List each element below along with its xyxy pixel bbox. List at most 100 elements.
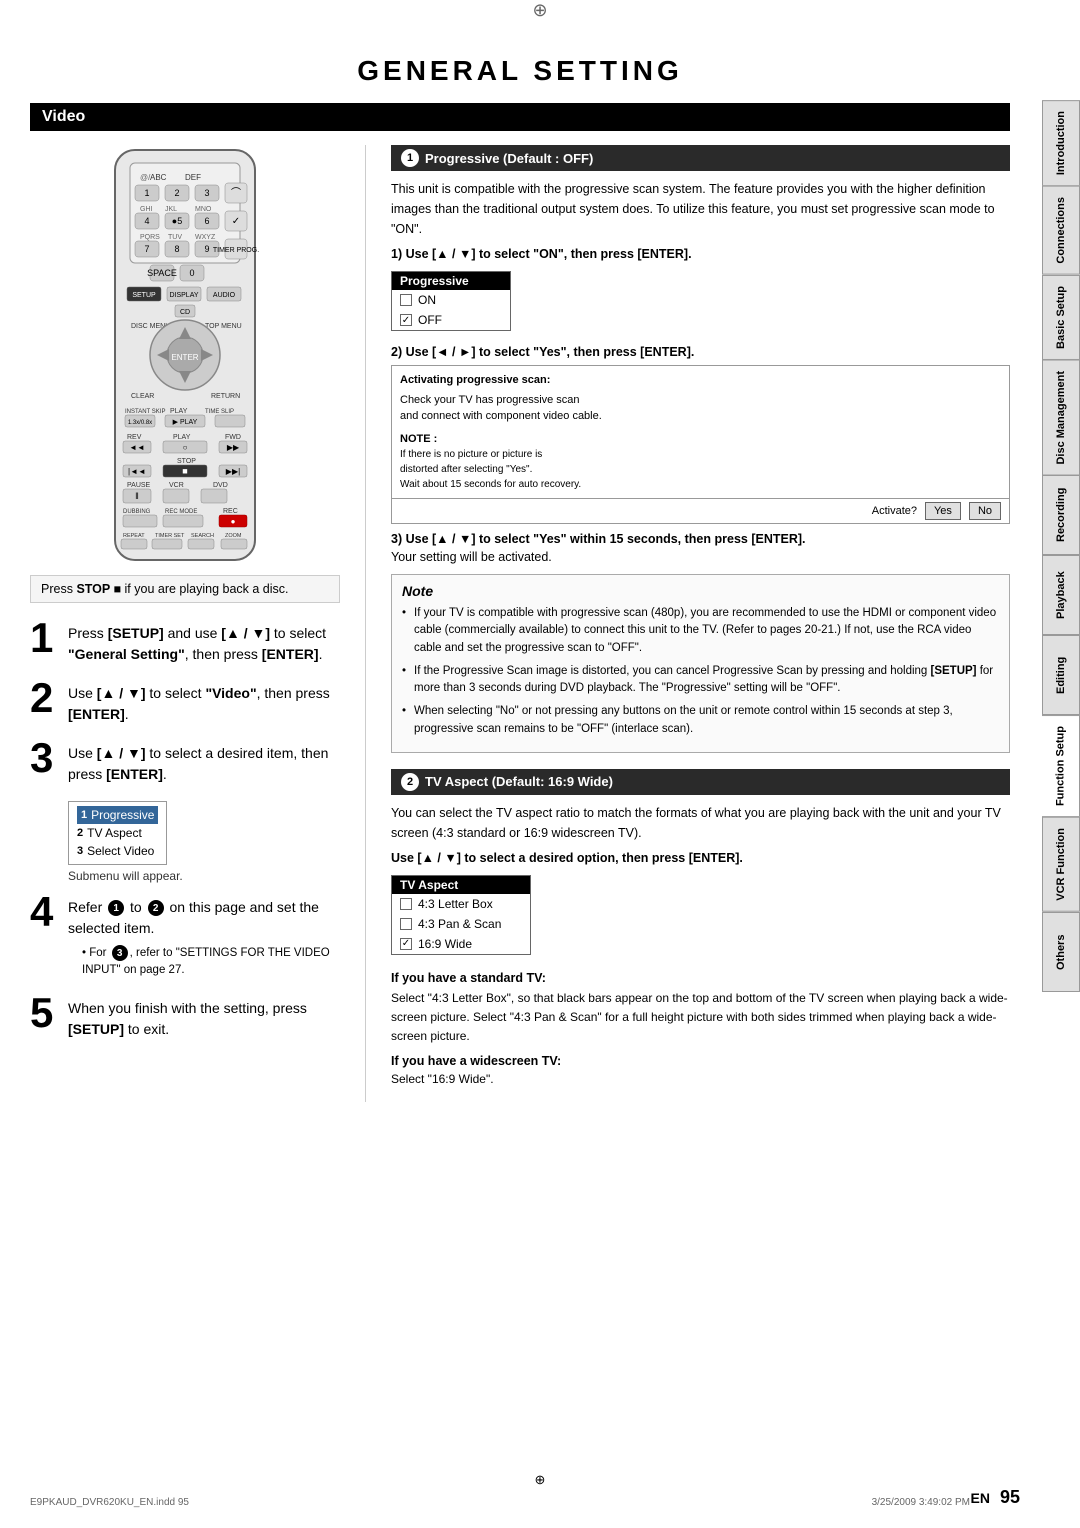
svg-text:AUDIO: AUDIO <box>213 292 236 299</box>
step5-block: 5 When you finish with the setting, pres… <box>30 992 340 1040</box>
svg-text:TUV: TUV <box>168 234 182 241</box>
svg-text:CLEAR: CLEAR <box>131 393 154 400</box>
widescreen-tv-title: If you have a widescreen TV: <box>391 1054 1010 1068</box>
top-decoration: ⊕ <box>0 0 1080 21</box>
panscan-item: 4:3 Pan & Scan <box>392 914 530 934</box>
svg-text:FWD: FWD <box>225 434 241 441</box>
wide-item: ✓ 16:9 Wide <box>392 934 530 954</box>
svg-text:9: 9 <box>204 244 209 254</box>
sidebar-tab-disc-management[interactable]: Disc Management <box>1042 360 1080 476</box>
column-divider <box>365 145 366 1102</box>
main-content: GENERAL SETTING Video @/ ABC DEF <box>0 25 1040 1122</box>
widescreen-tv-section: If you have a widescreen TV: Select "16:… <box>391 1054 1010 1086</box>
svg-text:STOP: STOP <box>177 458 196 465</box>
svg-text:7: 7 <box>144 244 149 254</box>
no-button[interactable]: No <box>969 502 1001 520</box>
section1-step2-instruction: 2) Use [◄ / ►] to select "Yes", then pre… <box>391 345 1010 359</box>
tv-aspect-box-header: TV Aspect <box>392 876 530 894</box>
page-number: 95 <box>1000 1487 1020 1507</box>
activation-footer: Activate? Yes No <box>392 498 1009 523</box>
section2-title: TV Aspect (Default: 16:9 Wide) <box>425 774 613 789</box>
step2-text: Use [▲ / ▼] to select "Video", then pres… <box>68 677 340 725</box>
step5-text: When you finish with the setting, press … <box>68 992 340 1040</box>
section2-intro: You can select the TV aspect ratio to ma… <box>391 803 1010 843</box>
standard-tv-title: If you have a standard TV: <box>391 971 1010 985</box>
on-checkbox <box>400 294 412 306</box>
sidebar-tab-editing[interactable]: Editing <box>1042 635 1080 715</box>
progressive-box: Progressive ON ✓ OFF <box>391 271 511 331</box>
progressive-on-item: ON <box>392 290 510 310</box>
right-sidebar: Introduction Connections Basic Setup Dis… <box>1042 100 1080 992</box>
widescreen-tv-text: Select "16:9 Wide". <box>391 1072 1010 1086</box>
svg-text:TIME SLIP: TIME SLIP <box>205 409 234 415</box>
svg-text:PLAY: PLAY <box>173 434 191 441</box>
step3-number: 3 <box>30 737 60 779</box>
svg-text:⌒: ⌒ <box>231 187 241 199</box>
left-column: @/ ABC DEF 1 2 3 ⌒ GHI JKL MNO <box>30 145 340 1102</box>
section1-step1-instruction: 1) Use [▲ / ▼] to select "ON", then pres… <box>391 247 1010 261</box>
sidebar-tab-recording[interactable]: Recording <box>1042 475 1080 555</box>
letterbox-item: 4:3 Letter Box <box>392 894 530 914</box>
sidebar-tab-playback[interactable]: Playback <box>1042 555 1080 635</box>
step1-text: Press [SETUP] and use [▲ / ▼] to select … <box>68 617 340 665</box>
standard-tv-text: Select "4:3 Letter Box", so that black b… <box>391 989 1010 1047</box>
svg-text:0: 0 <box>189 268 194 278</box>
page-title: GENERAL SETTING <box>30 55 1010 87</box>
page-number-area: EN 95 <box>971 1487 1021 1508</box>
step3-activated-note: Your setting will be activated. <box>391 550 1010 564</box>
yes-button[interactable]: Yes <box>925 502 961 520</box>
svg-text:PAUSE: PAUSE <box>127 482 151 489</box>
svg-text:1.3x/0.8x: 1.3x/0.8x <box>128 420 152 426</box>
note-title: Note <box>402 583 999 599</box>
section1-title: Progressive (Default : OFF) <box>425 151 593 166</box>
progressive-box-header: Progressive <box>392 272 510 290</box>
remote-area: @/ ABC DEF 1 2 3 ⌒ GHI JKL MNO <box>30 145 340 565</box>
standard-tv-section: If you have a standard TV: Select "4:3 L… <box>391 971 1010 1047</box>
svg-text:▶▶|: ▶▶| <box>226 467 240 476</box>
remote-image: @/ ABC DEF 1 2 3 ⌒ GHI JKL MNO <box>85 145 285 565</box>
step3-block: 3 Use [▲ / ▼] to select a desired item, … <box>30 737 340 785</box>
step3-text: Use [▲ / ▼] to select a desired item, th… <box>68 737 340 785</box>
svg-text:REC: REC <box>223 508 238 515</box>
panscan-checkbox <box>400 918 412 930</box>
svg-text:DVD: DVD <box>213 482 228 489</box>
svg-text:6: 6 <box>204 216 209 226</box>
svg-text:VCR: VCR <box>169 482 184 489</box>
sidebar-tab-function-setup[interactable]: Function Setup <box>1042 715 1080 817</box>
svg-text:PQRS: PQRS <box>140 234 160 241</box>
progressive-off-item: ✓ OFF <box>392 310 510 330</box>
svg-text:SEARCH: SEARCH <box>191 533 214 539</box>
sidebar-tab-connections[interactable]: Connections <box>1042 186 1080 275</box>
stop-bold: STOP ■ <box>76 582 121 596</box>
step2-number: 2 <box>30 677 60 719</box>
submenu-item-select-video: 3 Select Video <box>77 842 158 860</box>
svg-text:4: 4 <box>144 216 149 226</box>
step1-number: 1 <box>30 617 60 659</box>
section1-num: 1 <box>401 149 419 167</box>
svg-text:◄◄: ◄◄ <box>129 443 145 452</box>
sidebar-tab-basic-setup[interactable]: Basic Setup <box>1042 275 1080 360</box>
svg-text:INSTANT SKIP: INSTANT SKIP <box>125 409 165 415</box>
svg-text:▶▶: ▶▶ <box>227 443 240 452</box>
section-tv-aspect: 2 TV Aspect (Default: 16:9 Wide) You can… <box>391 769 1010 1087</box>
svg-text:REC MODE: REC MODE <box>165 509 197 515</box>
svg-text:‖: ‖ <box>135 491 139 501</box>
svg-text:TIMER PROG.: TIMER PROG. <box>213 247 259 254</box>
svg-text:2: 2 <box>174 188 179 198</box>
svg-text:SPACE: SPACE <box>147 268 177 278</box>
press-stop-note: Press STOP ■ Press STOP ■ if you are pla… <box>30 575 340 603</box>
svg-text:PLAY: PLAY <box>170 408 188 415</box>
svg-text:DUBBING: DUBBING <box>123 509 151 515</box>
sidebar-tab-introduction[interactable]: Introduction <box>1042 100 1080 186</box>
section2-num: 2 <box>401 773 419 791</box>
svg-text:CD: CD <box>180 309 190 316</box>
note-box: Note If your TV is compatible with progr… <box>391 574 1010 753</box>
section-header: Video <box>30 103 1010 131</box>
sidebar-tab-others[interactable]: Others <box>1042 912 1080 992</box>
off-checkbox: ✓ <box>400 314 412 326</box>
note-item-2: If the Progressive Scan image is distort… <box>402 663 999 698</box>
en-label: EN <box>971 1490 990 1506</box>
sidebar-tab-vcr-function[interactable]: VCR Function <box>1042 817 1080 912</box>
svg-text:DEF: DEF <box>185 173 201 182</box>
letterbox-checkbox <box>400 898 412 910</box>
